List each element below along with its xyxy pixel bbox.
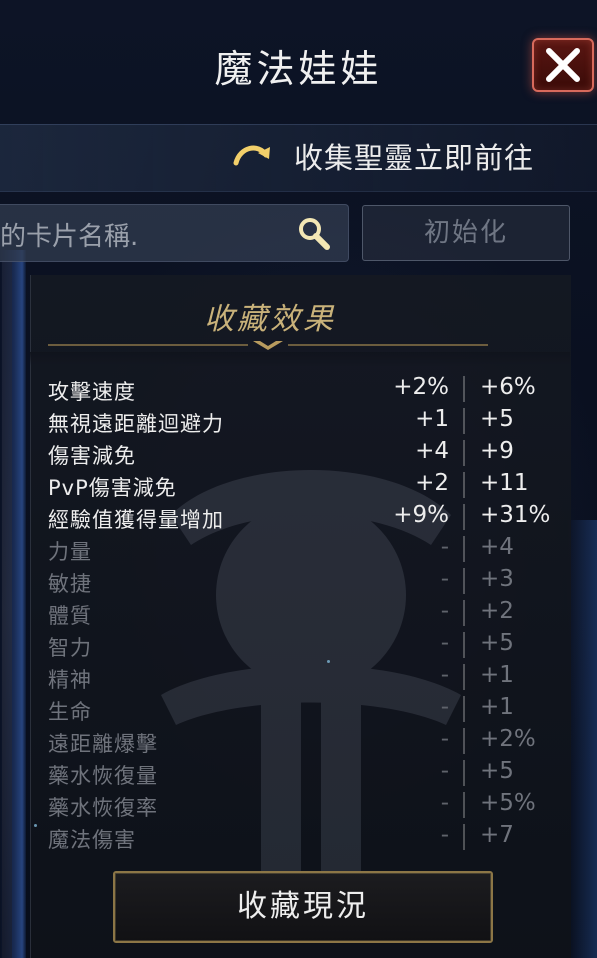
- search-icon: [299, 218, 330, 250]
- magic-doll-window: 魔法娃娃 收集聖靈立即前往 的卡片名稱. 初始化 收藏效果 攻擊速度 +2% +…: [0, 0, 597, 958]
- column-divider: [463, 824, 465, 850]
- effect-row: 精神 - +1: [0, 660, 597, 692]
- effect-row: 傷害減免 +4 +9: [0, 436, 597, 468]
- effect-max-value: +31%: [480, 502, 551, 528]
- effect-name: 體質: [48, 604, 92, 628]
- effect-name: 魔法傷害: [48, 828, 136, 852]
- effect-name: 精神: [48, 668, 92, 692]
- effect-current-value: -: [440, 790, 449, 816]
- effect-name: 敏捷: [48, 572, 92, 596]
- effect-name: 生命: [48, 700, 92, 724]
- effect-name: 攻擊速度: [48, 380, 136, 404]
- sparkle-dot: [34, 824, 37, 827]
- effect-current-value: -: [440, 598, 449, 624]
- panel-title: 收藏效果: [204, 302, 336, 337]
- effect-name: PvP傷害減免: [48, 476, 177, 500]
- column-divider: [463, 408, 465, 434]
- effect-current-value: +2: [415, 470, 449, 496]
- effect-row: 無視遠距離迴避力 +1 +5: [0, 404, 597, 436]
- effect-name: 力量: [48, 540, 92, 564]
- effect-current-value: -: [440, 822, 449, 848]
- effect-row: 體質 - +2: [0, 596, 597, 628]
- column-divider: [463, 376, 465, 402]
- curved-arrow-icon: [233, 145, 270, 166]
- effect-current-value: -: [440, 694, 449, 720]
- effect-max-value: +5: [480, 406, 514, 432]
- close-button[interactable]: [532, 38, 594, 92]
- sparkle-dot: [327, 660, 330, 663]
- effect-row: 藥水恢復量 - +5: [0, 756, 597, 788]
- collect-spirit-link[interactable]: 收集聖靈立即前往: [232, 136, 534, 176]
- effect-row: 敏捷 - +3: [0, 564, 597, 596]
- effect-max-value: +11: [480, 470, 529, 496]
- effect-row: 遠距離爆擊 - +2%: [0, 724, 597, 756]
- list-fade-top: [30, 352, 570, 366]
- effect-row: 智力 - +5: [0, 628, 597, 660]
- close-icon: [546, 48, 580, 82]
- window-title: 魔法娃娃: [214, 47, 383, 91]
- effect-name: 藥水恢復量: [48, 764, 158, 788]
- effect-current-value: -: [440, 630, 449, 656]
- effect-name: 智力: [48, 636, 92, 660]
- effect-row: PvP傷害減免 +2 +11: [0, 468, 597, 500]
- reset-button[interactable]: 初始化: [362, 205, 570, 261]
- effect-row: 力量 - +4: [0, 532, 597, 564]
- effect-current-value: +2%: [393, 374, 449, 400]
- effect-current-value: -: [440, 662, 449, 688]
- column-divider: [463, 632, 465, 658]
- column-divider: [463, 792, 465, 818]
- effect-row: 藥水恢復率 - +5%: [0, 788, 597, 820]
- search-input-text: 的卡片名稱.: [0, 222, 139, 252]
- effect-max-value: +1: [480, 694, 514, 720]
- effect-name: 無視遠距離迴避力: [48, 412, 224, 436]
- effect-max-value: +5: [480, 758, 514, 784]
- effect-row: 魔法傷害 - +7: [0, 820, 597, 852]
- effect-current-value: +1: [415, 406, 449, 432]
- effect-current-value: -: [440, 726, 449, 752]
- effect-current-value: -: [440, 566, 449, 592]
- ornament-divider-icon: [48, 341, 488, 350]
- effect-current-value: -: [440, 758, 449, 784]
- effect-row: 攻擊速度 +2% +6%: [0, 372, 597, 404]
- effect-current-value: +4: [415, 438, 449, 464]
- column-divider: [463, 728, 465, 754]
- collection-status-button[interactable]: 收藏現況: [113, 871, 493, 943]
- effect-current-value: +9%: [393, 502, 449, 528]
- collect-link-label: 收集聖靈立即前往: [294, 141, 535, 175]
- search-button[interactable]: [294, 214, 334, 254]
- effect-max-value: +3: [480, 566, 514, 592]
- effect-name: 遠距離爆擊: [48, 732, 158, 756]
- effect-max-value: +1: [480, 662, 514, 688]
- effect-name: 藥水恢復率: [48, 796, 158, 820]
- column-divider: [463, 600, 465, 626]
- column-divider: [463, 568, 465, 594]
- effect-max-value: +6%: [480, 374, 536, 400]
- effect-max-value: +7: [480, 822, 514, 848]
- effect-row: 經驗值獲得量增加 +9% +31%: [0, 500, 597, 532]
- effect-max-value: +2%: [480, 726, 536, 752]
- effect-max-value: +2: [480, 598, 514, 624]
- effect-current-value: -: [440, 534, 449, 560]
- effects-list[interactable]: 攻擊速度 +2% +6% 無視遠距離迴避力 +1 +5 傷害減免 +4 +9 PvP傷害減免 +2 +…: [0, 356, 597, 866]
- column-divider: [463, 504, 465, 530]
- column-divider: [463, 760, 465, 786]
- column-divider: [463, 664, 465, 690]
- effect-max-value: +5%: [480, 790, 536, 816]
- effect-name: 傷害減免: [48, 444, 136, 468]
- column-divider: [463, 440, 465, 466]
- effect-row: 生命 - +1: [0, 692, 597, 724]
- effect-max-value: +9: [480, 438, 514, 464]
- column-divider: [463, 536, 465, 562]
- column-divider: [463, 472, 465, 498]
- effect-name: 經驗值獲得量增加: [48, 508, 224, 532]
- effect-max-value: +4: [480, 534, 514, 560]
- effect-max-value: +5: [480, 630, 514, 656]
- column-divider: [463, 696, 465, 722]
